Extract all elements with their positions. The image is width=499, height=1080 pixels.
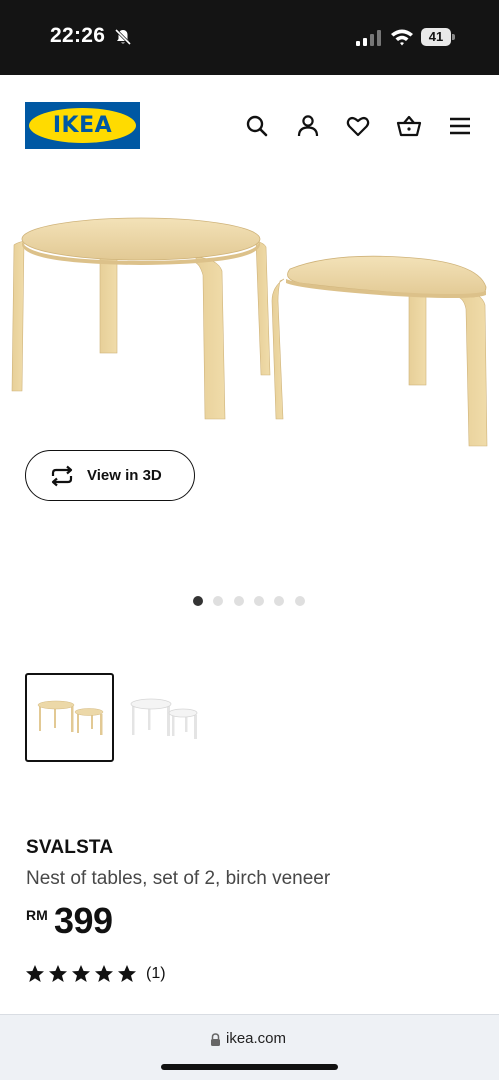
shopping-basket-icon[interactable] xyxy=(396,113,422,139)
pagination-dot[interactable] xyxy=(213,596,223,606)
url-text: ikea.com xyxy=(226,1030,287,1047)
rotate-3d-icon xyxy=(51,465,73,487)
star-icon xyxy=(118,965,136,982)
cellular-signal-icon xyxy=(356,30,381,46)
battery-level: 41 xyxy=(421,28,451,46)
site-header: IKEA xyxy=(0,75,499,175)
image-pagination xyxy=(193,596,313,608)
search-icon[interactable] xyxy=(244,113,270,139)
white-tables-thumbnail xyxy=(130,698,198,739)
product-rating[interactable]: (1) xyxy=(25,964,225,986)
ikea-logo[interactable]: IKEA xyxy=(25,102,140,149)
price-value: 399 xyxy=(54,900,113,941)
small-table xyxy=(271,255,488,447)
large-table xyxy=(11,217,271,420)
home-indicator[interactable] xyxy=(161,1064,338,1070)
battery-tip xyxy=(452,34,455,40)
status-bar: 22:26 41 xyxy=(0,0,499,75)
star-icon xyxy=(49,965,67,982)
account-icon[interactable] xyxy=(295,113,321,139)
heart-icon[interactable] xyxy=(345,113,371,139)
lock-icon xyxy=(211,1033,220,1046)
wifi-icon xyxy=(391,29,413,46)
price-currency: RM xyxy=(26,907,48,923)
birch-tables-thumbnail xyxy=(37,700,104,735)
status-time: 22:26 xyxy=(50,24,106,47)
browser-address-bar[interactable]: ikea.com xyxy=(0,1014,499,1080)
product-name: SVALSTA xyxy=(26,837,114,858)
star-icon xyxy=(72,965,90,982)
star-icon xyxy=(95,965,113,982)
rating-count: (1) xyxy=(146,965,166,982)
pagination-dot[interactable] xyxy=(274,596,284,606)
view-in-3d-label: View in 3D xyxy=(87,467,162,484)
view-in-3d-button[interactable]: View in 3D xyxy=(25,450,195,501)
pagination-dot[interactable] xyxy=(193,596,203,606)
star-icon xyxy=(26,965,44,982)
variant-thumbnail-white[interactable] xyxy=(122,673,211,762)
pagination-dot[interactable] xyxy=(254,596,264,606)
product-image[interactable] xyxy=(0,205,499,455)
pagination-dot[interactable] xyxy=(234,596,244,606)
menu-icon[interactable] xyxy=(447,113,473,139)
logo-text: IKEA xyxy=(52,113,113,138)
pagination-dot[interactable] xyxy=(295,596,305,606)
variant-thumbnail-birch[interactable] xyxy=(25,673,114,762)
battery-indicator: 41 xyxy=(421,28,455,46)
bell-muted-icon xyxy=(114,28,132,46)
product-description: Nest of tables, set of 2, birch veneer xyxy=(26,868,331,889)
